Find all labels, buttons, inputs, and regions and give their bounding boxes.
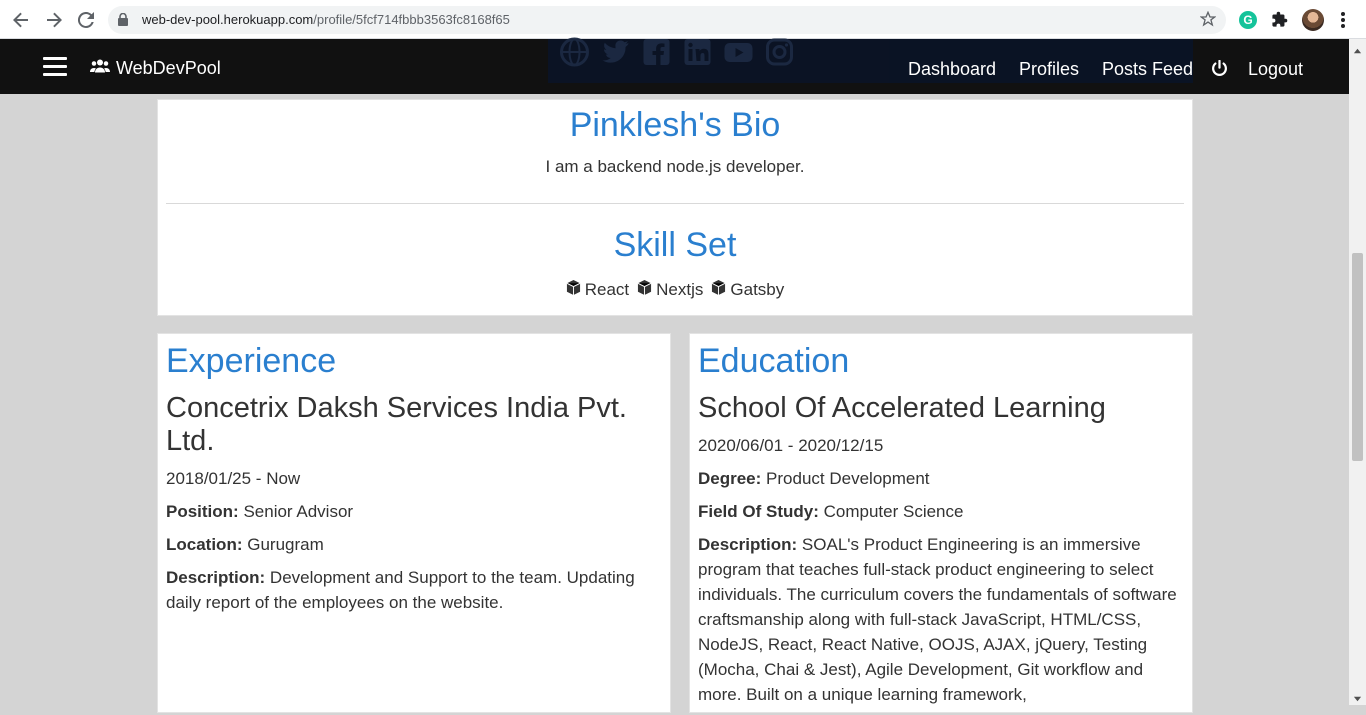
back-icon[interactable] (9, 8, 33, 32)
url-host: web-dev-pool.herokuapp.com (142, 12, 314, 27)
cube-icon (711, 280, 726, 300)
description-label: Description: (166, 568, 266, 587)
description-value: SOAL's Product Engineering is an immersi… (698, 535, 1177, 704)
url-text: web-dev-pool.herokuapp.com/profile/5fcf7… (142, 12, 510, 27)
school-name: School Of Accelerated Learning (698, 392, 1106, 424)
lock-icon (118, 12, 128, 31)
field-row: Field Of Study: Computer Science (698, 499, 1184, 524)
experience-card: Experience Concetrix Daksh Services Indi… (157, 333, 671, 713)
skill-item: Nextjs (637, 280, 703, 300)
url-path: /profile/5fcf714fbbb3563fc8168f65 (313, 12, 510, 27)
degree-value: Product Development (766, 469, 930, 488)
field-label: Field Of Study: (698, 502, 819, 521)
skill-label: Gatsby (730, 280, 785, 299)
extensions-puzzle-icon[interactable] (1271, 11, 1288, 33)
divider (166, 203, 1184, 204)
position-value: Senior Advisor (243, 502, 354, 521)
address-bar[interactable]: web-dev-pool.herokuapp.com/profile/5fcf7… (108, 6, 1226, 34)
skill-item: React (566, 280, 629, 300)
power-icon[interactable] (1211, 59, 1228, 82)
nav-dashboard-link[interactable]: Dashboard (908, 59, 996, 80)
scrollbar-thumb[interactable] (1352, 253, 1363, 461)
cube-icon (566, 280, 581, 300)
reload-icon[interactable] (74, 8, 98, 32)
bio-card: Pinklesh's Bio I am a backend node.js de… (157, 99, 1193, 316)
location-row: Location: Gurugram (166, 532, 662, 557)
site-navbar: WebDevPool Dashboard Profiles Posts Feed… (0, 37, 1366, 94)
location-value: Gurugram (247, 535, 324, 554)
degree-label: Degree: (698, 469, 762, 488)
bio-title: Pinklesh's Bio (569, 106, 781, 144)
profile-avatar[interactable] (1302, 9, 1324, 31)
company-name: Concetrix Daksh Services India Pvt. Ltd. (166, 392, 627, 457)
experience-title: Experience (166, 342, 337, 380)
skill-label: Nextjs (656, 280, 704, 299)
youtube-icon[interactable] (722, 37, 755, 67)
bookmark-star-icon[interactable] (1199, 10, 1217, 32)
cube-icon (637, 280, 652, 300)
experience-dates: 2018/01/25 - Now (166, 469, 301, 488)
education-card: Education School Of Accelerated Learning… (689, 333, 1193, 713)
users-icon (90, 58, 110, 79)
nav-logout-link[interactable]: Logout (1248, 59, 1303, 80)
page-scrollbar[interactable] (1349, 39, 1366, 705)
skill-label: React (584, 280, 630, 299)
skills-title: Skill Set (613, 226, 737, 264)
nav-posts-feed-link[interactable]: Posts Feed (1102, 59, 1193, 80)
forward-icon[interactable] (42, 8, 66, 32)
menu-kebab-icon[interactable] (1340, 11, 1346, 34)
position-row: Position: Senior Advisor (166, 499, 662, 524)
scroll-down-arrow-icon[interactable] (1353, 690, 1362, 702)
hamburger-menu-icon[interactable] (43, 57, 67, 77)
degree-row: Degree: Product Development (698, 466, 1184, 491)
skill-item: Gatsby (711, 280, 784, 300)
nav-profiles-link[interactable]: Profiles (1019, 59, 1079, 80)
instagram-icon[interactable] (763, 37, 796, 67)
globe-icon[interactable] (558, 37, 591, 67)
education-title: Education (698, 342, 850, 380)
brand-link[interactable]: WebDevPool (90, 58, 221, 79)
field-value: Computer Science (823, 502, 964, 521)
browser-toolbar: web-dev-pool.herokuapp.com/profile/5fcf7… (0, 0, 1366, 39)
education-dates: 2020/06/01 - 2020/12/15 (698, 436, 884, 455)
skills-list: React Nextjs Gatsby (158, 280, 1192, 300)
description-label: Description: (698, 535, 798, 554)
linkedin-icon[interactable] (681, 37, 714, 67)
description-row: Description: Development and Support to … (166, 565, 662, 615)
facebook-icon[interactable] (640, 37, 673, 67)
bio-text: I am a backend node.js developer. (545, 157, 805, 176)
twitter-icon[interactable] (599, 37, 632, 67)
scroll-up-arrow-icon[interactable] (1353, 43, 1362, 54)
location-label: Location: (166, 535, 243, 554)
social-links-strip (548, 37, 1193, 83)
brand-name: WebDevPool (116, 58, 221, 78)
position-label: Position: (166, 502, 239, 521)
grammarly-extension-icon[interactable]: G (1239, 11, 1257, 29)
description-row: Description: SOAL's Product Engineering … (698, 532, 1184, 707)
